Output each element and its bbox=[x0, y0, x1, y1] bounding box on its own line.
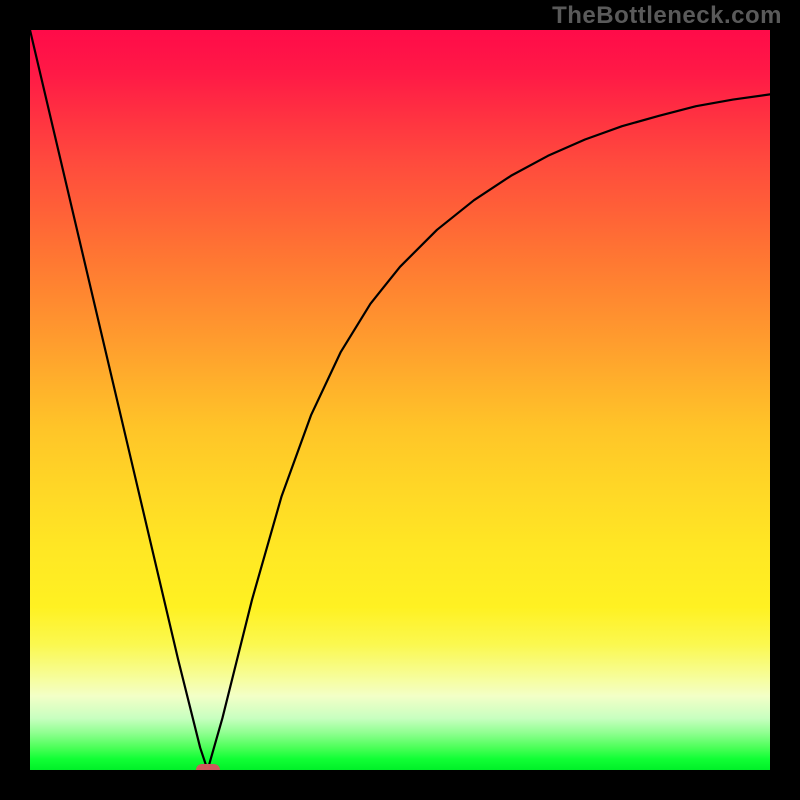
optimal-marker bbox=[196, 764, 220, 770]
bottleneck-curve bbox=[30, 30, 770, 770]
plot-area bbox=[30, 30, 770, 770]
chart-frame: TheBottleneck.com bbox=[0, 0, 800, 800]
watermark-text: TheBottleneck.com bbox=[552, 2, 782, 30]
curve-path bbox=[30, 30, 770, 770]
